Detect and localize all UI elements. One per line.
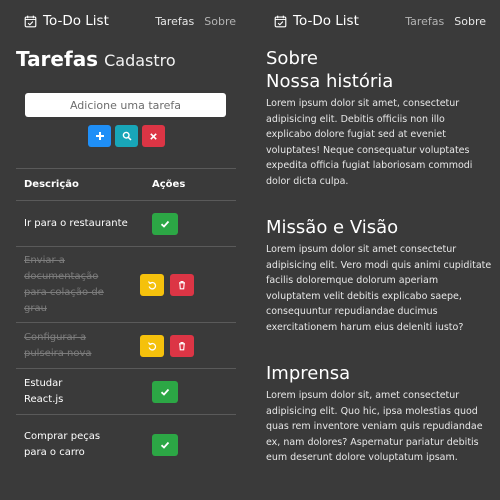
search-icon (122, 131, 132, 141)
page-subtitle: Cadastro (104, 51, 176, 70)
add-task-button[interactable] (88, 125, 111, 147)
table-row: Ir para o restaurante (16, 201, 236, 247)
complete-task-button[interactable] (152, 212, 178, 235)
header-actions: Ações (152, 179, 186, 190)
task-input[interactable] (25, 93, 226, 117)
tasks-panel: To-Do List Tarefas Sobre Tarefas Cadastr… (0, 0, 250, 500)
page-title: Tarefas Cadastro (16, 47, 176, 71)
task-description: Ir para o restaurante (24, 217, 128, 229)
trash-icon (179, 341, 185, 350)
table-row: Estudar React.js (16, 369, 236, 415)
navbar: To-Do List Tarefas Sobre (0, 0, 250, 44)
nav-link-sobre[interactable]: Sobre (454, 15, 486, 28)
check-icon (160, 220, 170, 228)
navbar: To-Do List Tarefas Sobre (250, 0, 500, 44)
nav-links: Tarefas Sobre (405, 15, 486, 28)
tasks-table: Descrição Ações Ir para o restaurante En… (16, 168, 236, 475)
task-actions-cell (136, 334, 236, 357)
clear-input-button[interactable] (142, 125, 165, 147)
calendar-check-icon (24, 15, 37, 27)
undo-task-button[interactable] (140, 273, 164, 296)
section-heading: Missão e Visão (266, 217, 399, 238)
nav-link-tarefas[interactable]: Tarefas (405, 15, 444, 28)
brand[interactable]: To-Do List (24, 13, 109, 29)
section-heading: Imprensa (266, 363, 351, 384)
table-row: Enviar a documentação para colação de gr… (16, 247, 236, 323)
task-description: Comprar peças para o carro (24, 431, 101, 458)
calendar-check-icon (274, 15, 287, 27)
nav-links: Tarefas Sobre (155, 15, 236, 28)
section-text: Lorem ipsum dolor sit amet, consectetur … (266, 98, 473, 187)
check-icon (160, 441, 170, 449)
table-header: Descrição Ações (16, 168, 236, 201)
undo-task-button[interactable] (140, 334, 164, 357)
undo-icon (148, 280, 157, 290)
page-title-main: Tarefas (16, 47, 99, 71)
table-row: Configurar a pulseira nova (16, 323, 236, 369)
check-icon (160, 388, 170, 396)
brand-label: To-Do List (293, 13, 359, 29)
search-task-button[interactable] (115, 125, 138, 147)
task-actions-cell (136, 273, 236, 296)
table-row: Comprar peças para o carro (16, 415, 236, 475)
plus-icon (95, 132, 104, 140)
about-content: Sobre Nossa história Lorem ipsum dolor s… (266, 48, 492, 466)
close-icon (150, 132, 157, 140)
task-actions-cell (136, 212, 236, 235)
delete-task-button[interactable] (170, 334, 194, 357)
complete-task-button[interactable] (152, 434, 178, 456)
task-description: Estudar React.js (24, 377, 64, 405)
delete-task-button[interactable] (170, 273, 194, 296)
undo-icon (148, 341, 157, 351)
task-actions-cell (136, 380, 236, 403)
section-text: Lorem ipsum dolor sit amet consectetur a… (266, 244, 492, 333)
task-description: Enviar a documentação para colação de gr… (24, 254, 104, 314)
brand-label: To-Do List (43, 13, 109, 29)
task-description: Configurar a pulseira nova (24, 331, 92, 359)
task-actions-cell (136, 434, 236, 456)
section-heading: Nossa história (266, 71, 394, 92)
section-text: Lorem ipsum dolor sit, amet consectetur … (266, 390, 483, 463)
trash-icon (179, 280, 185, 289)
page-title: Sobre (266, 48, 318, 69)
nav-link-sobre[interactable]: Sobre (204, 15, 236, 28)
complete-task-button[interactable] (152, 380, 178, 403)
task-actions (88, 125, 165, 147)
brand[interactable]: To-Do List (274, 13, 359, 29)
header-description: Descrição (24, 179, 79, 190)
nav-link-tarefas[interactable]: Tarefas (155, 15, 194, 28)
about-panel: To-Do List Tarefas Sobre Sobre Nossa his… (250, 0, 500, 500)
